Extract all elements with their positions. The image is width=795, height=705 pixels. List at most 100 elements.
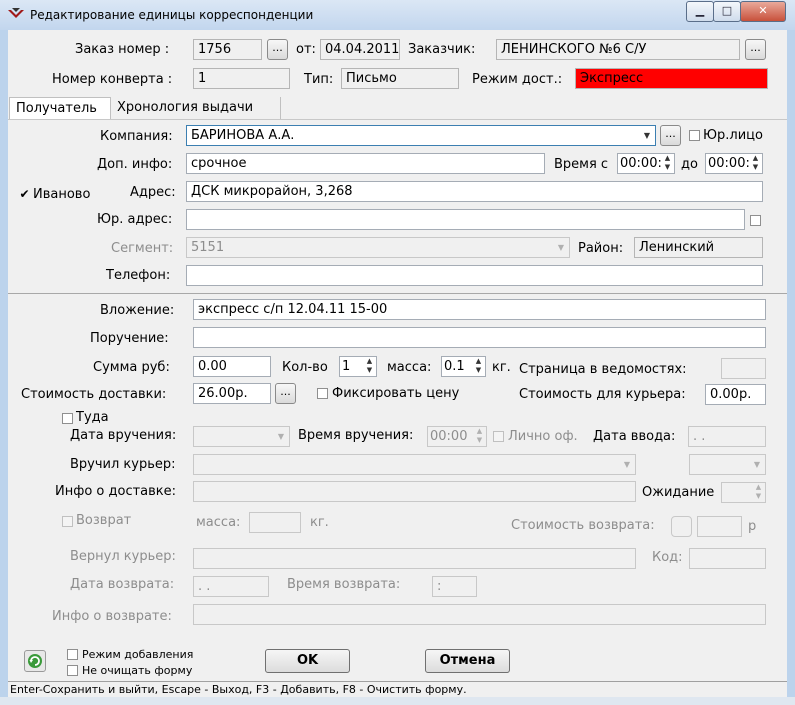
spin-updown-icon[interactable]: ▲ ▼ xyxy=(661,154,674,173)
refresh-icon xyxy=(28,654,42,668)
chevron-down-icon[interactable]: ▼ xyxy=(639,126,655,145)
spin-updown-icon: ▲ ▼ xyxy=(476,427,483,444)
spin-updown-icon[interactable]: ▲ ▼ xyxy=(363,357,376,376)
tab-history[interactable]: Хронология выдачи xyxy=(111,97,281,119)
mass-field[interactable]: 0.1 ▲ ▼ xyxy=(441,356,486,377)
courier-select: ▼ xyxy=(193,454,636,475)
sum-label: Сумма руб: xyxy=(93,360,170,375)
close-button[interactable]: ✕ xyxy=(740,1,786,22)
address-field[interactable]: ДСК микрорайон, 3,268 xyxy=(186,181,763,202)
customer-label: Заказчик: xyxy=(408,42,476,57)
phone-label: Телефон: xyxy=(106,268,171,283)
type-field[interactable]: Письмо xyxy=(341,68,459,89)
time-to-value: 00:00: xyxy=(708,156,750,171)
assignment-field[interactable] xyxy=(193,327,766,348)
app-window: Редактирование единицы корреспонденции ▁… xyxy=(0,0,795,705)
add-mode-label: Режим добавления xyxy=(82,648,194,661)
no-clear-checkbox[interactable] xyxy=(67,665,78,676)
legal-address-checkbox[interactable] xyxy=(750,215,761,226)
return-info-field xyxy=(193,604,766,625)
ok-button[interactable]: OK xyxy=(265,649,350,673)
page-field xyxy=(721,358,766,379)
waiting-label: Ожидание xyxy=(642,485,715,500)
return-mass-field xyxy=(249,512,301,533)
cancel-button[interactable]: Отмена xyxy=(425,649,510,673)
refresh-button[interactable] xyxy=(24,650,46,672)
time-to-field[interactable]: 00:00: ▲ ▼ xyxy=(705,153,763,174)
return-checkbox xyxy=(62,516,73,527)
address-label: Адрес: xyxy=(130,185,176,200)
chevron-down-icon: ▼ xyxy=(557,243,565,252)
company-browse-button[interactable]: ... xyxy=(660,125,681,146)
customer-field[interactable]: ЛЕНИНСКОГО №6 С/У xyxy=(496,39,740,60)
chevron-down-icon: ▼ xyxy=(277,432,285,441)
legal-address-field[interactable] xyxy=(186,209,745,230)
mass-label: масса: xyxy=(387,360,432,375)
extra-info-label: Доп. инфо: xyxy=(97,157,173,172)
order-number-browse-button[interactable]: ... xyxy=(267,39,288,60)
segment-value: 5151 xyxy=(191,240,225,255)
fix-price-label: Фиксировать цену xyxy=(332,386,460,401)
order-date-field[interactable]: 04.04.2011 xyxy=(320,39,400,60)
company-label: Компания: xyxy=(100,129,173,144)
return-mass-label: масса: xyxy=(196,515,241,530)
minimize-button[interactable]: ▁ xyxy=(686,1,714,22)
delivery-mode-field[interactable]: Экспресс xyxy=(575,68,768,89)
chevron-down-icon: ▼ xyxy=(753,460,761,469)
legal-entity-checkbox[interactable] xyxy=(689,130,700,141)
status-bar: Enter-Сохранить и выйти, Escape - Выход,… xyxy=(8,681,787,697)
returned-courier-field xyxy=(193,548,636,569)
page-label: Страница в ведомостях: xyxy=(519,362,687,377)
delivery-info-field xyxy=(193,481,636,502)
courier-code-select: ▼ xyxy=(689,454,766,475)
extra-info-field[interactable]: срочное xyxy=(186,153,545,174)
attachment-field[interactable]: экспресс с/п 12.04.11 15-00 xyxy=(193,299,766,320)
code-label: Код: xyxy=(652,550,683,565)
return-mass-unit: кг. xyxy=(310,515,329,530)
personally-checkbox xyxy=(493,431,504,442)
taskbar-strip xyxy=(0,697,795,705)
company-select[interactable]: БАРИНОВА А.А. ▼ xyxy=(186,125,656,146)
district-field[interactable]: Ленинский xyxy=(634,237,763,258)
sum-field[interactable]: 0.00 xyxy=(193,356,271,377)
order-number-field[interactable]: 1756 xyxy=(193,39,262,60)
maximize-button[interactable]: □ xyxy=(713,1,741,22)
attachment-label: Вложение: xyxy=(100,303,175,318)
there-checkbox[interactable] xyxy=(62,413,73,424)
assignment-label: Поручение: xyxy=(90,331,169,346)
envelope-number-field[interactable]: 1 xyxy=(193,68,290,89)
delivery-date-label: Дата вручения: xyxy=(70,428,177,443)
spin-updown-icon[interactable]: ▲ ▼ xyxy=(749,154,762,173)
add-mode-checkbox[interactable] xyxy=(67,649,78,660)
courier-cost-field[interactable]: 0.00р. xyxy=(705,384,766,405)
spin-updown-icon[interactable]: ▲ ▼ xyxy=(472,357,485,376)
tab-recipient[interactable]: Получатель xyxy=(9,97,111,119)
courier-cost-label: Стоимость для курьера: xyxy=(519,387,686,402)
district-label: Район: xyxy=(578,241,624,256)
delivery-time-value: 00:00 xyxy=(430,429,468,444)
input-date-label: Дата ввода: xyxy=(593,429,676,444)
return-label: Возврат xyxy=(76,513,132,528)
qty-value: 1 xyxy=(342,359,351,374)
company-value: БАРИНОВА А.А. xyxy=(191,128,295,143)
city-checkbox[interactable]: ✔ xyxy=(19,188,30,201)
chevron-down-icon: ▼ xyxy=(623,460,631,469)
fix-price-checkbox[interactable] xyxy=(317,388,328,399)
phone-field[interactable] xyxy=(186,265,763,286)
no-clear-label: Не очищать форму xyxy=(82,664,193,677)
customer-browse-button[interactable]: ... xyxy=(745,39,766,60)
return-cost-label: Стоимость возврата: xyxy=(511,518,655,533)
delivery-time-label: Время вручения: xyxy=(298,428,414,443)
legal-address-label: Юр. адрес: xyxy=(97,212,173,227)
form-body: Заказ номер : 1756 ... от: 04.04.2011 За… xyxy=(8,30,787,681)
qty-field[interactable]: 1 ▲ ▼ xyxy=(339,356,377,377)
there-label: Туда xyxy=(76,410,109,425)
personally-label: Лично оф. xyxy=(508,429,578,444)
delivery-date-select: ▼ xyxy=(193,426,290,447)
delivery-time-field: 00:00 ▲ ▼ xyxy=(427,426,487,447)
type-label: Тип: xyxy=(304,72,334,87)
time-from-field[interactable]: 00:00: ▲ ▼ xyxy=(617,153,675,174)
return-time-field: : xyxy=(432,576,477,597)
delivery-cost-field[interactable]: 26.00р. xyxy=(193,383,271,404)
delivery-cost-browse-button[interactable]: ... xyxy=(275,383,296,404)
